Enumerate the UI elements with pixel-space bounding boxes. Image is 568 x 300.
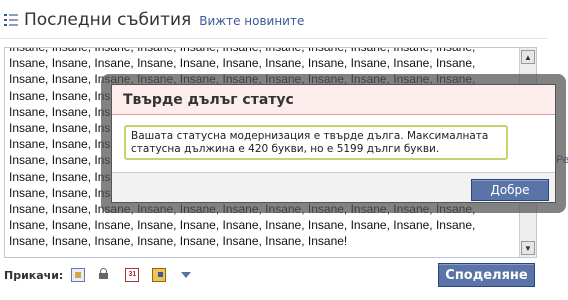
news-feed-icon <box>4 13 18 27</box>
scroll-up-button[interactable]: ▲ <box>521 50 535 64</box>
share-button[interactable]: Споделяне <box>438 263 535 287</box>
header-divider <box>0 38 548 39</box>
page-title: Последни събития <box>24 10 192 30</box>
video-camera-icon[interactable] <box>98 268 112 282</box>
photo-icon[interactable] <box>71 268 86 282</box>
calendar-icon[interactable]: 31 <box>125 268 140 282</box>
status-too-long-dialog: Твърде дълъг статус Вашата статусна моде… <box>111 84 556 203</box>
see-news-link[interactable]: Вижте новините <box>199 14 304 28</box>
dialog-title: Твърде дълъг статус <box>112 85 555 115</box>
attach-label: Прикачи: <box>4 268 64 282</box>
chevron-down-icon[interactable] <box>181 272 192 278</box>
dialog-message: Вашата статусна модернизация е твърде дъ… <box>124 125 508 160</box>
link-icon[interactable] <box>152 268 167 282</box>
dialog-footer: Добре <box>112 172 555 202</box>
feed-header: Последни събития Вижте новините <box>4 8 304 32</box>
scroll-down-button[interactable]: ▼ <box>521 241 535 255</box>
attach-row: Прикачи: 31 <box>4 266 192 284</box>
ok-button[interactable]: Добре <box>471 179 549 201</box>
